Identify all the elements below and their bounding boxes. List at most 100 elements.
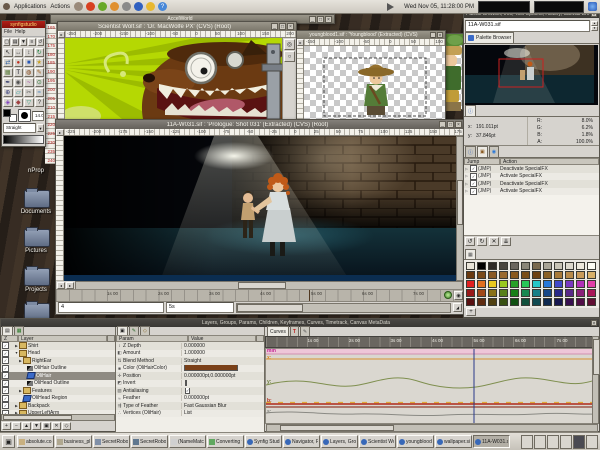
tool-button-icon[interactable]: ▱ [14, 88, 24, 97]
tool-button-icon[interactable]: ↻ [35, 48, 45, 57]
tool-button-icon[interactable]: ◍ [24, 68, 34, 77]
param-row[interactable]: ∴Vertices (OliHair)List [116, 410, 264, 418]
palette-swatch[interactable] [576, 289, 585, 297]
keyframe-description-field[interactable]: 5s [166, 302, 234, 313]
tool-button-icon[interactable]: ⇄ [3, 58, 13, 67]
chevron-down-icon[interactable]: ▼ [37, 124, 44, 132]
palette-swatch[interactable] [521, 289, 530, 297]
palette-swatch[interactable] [477, 280, 486, 288]
tab-curves[interactable]: Curves [267, 326, 289, 336]
palette-swatch[interactable] [576, 280, 585, 288]
palette-swatch[interactable] [576, 271, 585, 279]
expander-icon[interactable]: ▷ [464, 174, 469, 178]
palette-swatch[interactable] [543, 289, 552, 297]
spin-down-icon[interactable]: ▼ [591, 26, 598, 31]
palette-swatch[interactable] [532, 262, 541, 270]
boy-canvas[interactable] [304, 46, 445, 129]
history-toolbar-icon[interactable]: ✕ [489, 237, 499, 246]
param-row[interactable]: ⇅Blend MethodStraight [116, 357, 264, 365]
layers-toolbar-icon[interactable]: − [12, 422, 21, 430]
close-icon[interactable]: × [437, 32, 443, 38]
history-toolbar-icon[interactable]: ⇊ [501, 237, 511, 246]
palette-swatch[interactable] [554, 280, 563, 288]
tool-button-icon[interactable]: ● [14, 58, 24, 67]
file-button-icon[interactable]: ≡ [28, 38, 35, 46]
param-value[interactable]: ✓ [181, 388, 264, 394]
palette-swatch[interactable] [510, 289, 519, 297]
palette-swatch[interactable] [554, 262, 563, 270]
palette-swatch[interactable] [565, 298, 574, 306]
layer-row[interactable]: ✓▼Head [1, 350, 115, 358]
column-layer[interactable]: Layer [18, 335, 107, 342]
palette-swatch[interactable] [466, 280, 475, 288]
layer-row[interactable]: ✓OliHair Outline [1, 365, 115, 373]
tool-button-icon[interactable]: ▽ [24, 98, 34, 107]
tool-button-icon[interactable]: ~ [24, 78, 34, 87]
layers-vscroll-top[interactable] [107, 335, 115, 342]
task-button[interactable]: Converting fil [207, 435, 244, 448]
tool-button-icon[interactable]: ▦ [3, 68, 13, 77]
layer-visibility-checkbox[interactable]: ✓ [2, 342, 9, 349]
folder-icon[interactable] [24, 268, 50, 286]
task-button[interactable]: 11A-W031.sif [473, 435, 510, 448]
close-icon[interactable]: × [591, 320, 597, 326]
palette-swatch[interactable] [521, 298, 530, 306]
brush-preview[interactable] [18, 109, 31, 122]
tab-groups[interactable]: ▦ [14, 326, 25, 335]
launcher-icon[interactable] [86, 2, 95, 11]
history-checkbox[interactable]: ✓ [470, 173, 477, 180]
palette-swatch[interactable] [543, 262, 552, 270]
tool-button-icon[interactable]: ◆ [14, 98, 24, 107]
task-button[interactable]: SecretRobots [93, 435, 130, 448]
history-row[interactable]: ▷✓(JMP)Deactivate SpecialFX [464, 180, 599, 188]
task-button[interactable]: business_pla [55, 435, 92, 448]
layers-toolbar-icon[interactable]: ▣ [42, 422, 51, 430]
brush-size-field[interactable]: 14.0000 [32, 111, 44, 121]
layer-visibility-checkbox[interactable]: ✓ [2, 350, 9, 357]
time-field[interactable]: 4 [58, 302, 164, 313]
scrollbar-thumb[interactable] [238, 282, 286, 289]
pager-cell[interactable] [547, 435, 559, 449]
layers-hscroll[interactable] [1, 414, 115, 421]
task-button[interactable]: SecretRobots [131, 435, 168, 448]
palette-swatch[interactable] [576, 298, 585, 306]
menu-help[interactable]: Help [15, 29, 25, 35]
tab-layers[interactable]: ▤ [2, 326, 13, 335]
curves-vscroll[interactable] [592, 336, 599, 424]
palette-swatch[interactable] [477, 289, 486, 297]
panel-clock[interactable]: Wed Nov 05, 11:28:00 PM [404, 4, 474, 10]
scrollbar-thumb[interactable] [593, 339, 600, 375]
layers-toolbar-icon[interactable]: ▼ [32, 422, 41, 430]
value-checkbox[interactable]: ✓ [185, 388, 190, 394]
color-swatch[interactable] [184, 365, 238, 371]
tab-metadata[interactable]: ✎ [300, 326, 310, 336]
palette-swatch[interactable] [532, 289, 541, 297]
close-icon[interactable]: × [325, 16, 332, 23]
history-jump-link[interactable]: (JMP) [478, 188, 500, 194]
param-value[interactable] [181, 365, 264, 373]
gnome-foot-icon[interactable] [3, 3, 10, 10]
param-value[interactable]: Fast Gaussian Blur [181, 403, 264, 409]
launcher-icon[interactable] [146, 2, 155, 11]
history-row[interactable]: ▷✓(JMP)Activate SpecialFX [464, 188, 599, 196]
history-row[interactable]: ▷✓(JMP)Deactivate SpecialFX [464, 165, 599, 173]
palette-swatch[interactable] [521, 280, 530, 288]
scroll-left-icon[interactable]: ◂ [57, 282, 65, 289]
launcher-icon[interactable] [122, 2, 131, 11]
layers-toolbar-icon[interactable]: + [2, 422, 11, 430]
history-toolbar-icon[interactable]: ↻ [477, 237, 487, 246]
keyframe-lock-icon[interactable] [444, 291, 452, 299]
history-jump-link[interactable]: (JMP) [478, 181, 500, 187]
curves-timebar[interactable]: 1s 002s 003s 004s 005s 006s 007s 00 [265, 336, 599, 348]
minimize-icon[interactable]: _ [271, 23, 278, 30]
status-scrollbar[interactable] [236, 303, 451, 313]
close-icon[interactable]: × [455, 121, 462, 128]
pager-cell[interactable] [586, 435, 598, 449]
tab-canvas-browser[interactable]: ◉ [489, 146, 499, 157]
palette-swatch[interactable] [477, 298, 486, 306]
navigator-thumbnail[interactable] [465, 45, 598, 105]
param-value[interactable]: List [181, 410, 264, 416]
param-value[interactable]: Straight [181, 358, 264, 364]
launcher-icon[interactable]: ? [158, 2, 167, 11]
palette-swatch[interactable] [510, 298, 519, 306]
